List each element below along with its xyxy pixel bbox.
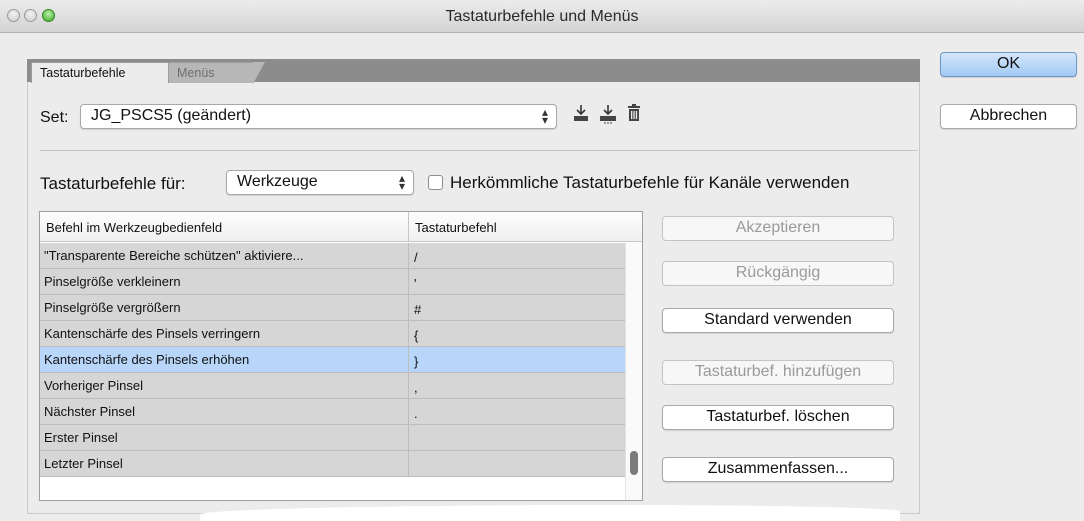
table-row[interactable]: Pinselgröße vergrößern # (40, 295, 625, 321)
table-rows: "Transparente Bereiche schützen" aktivie… (40, 243, 625, 477)
cancel-button[interactable]: Abbrechen (940, 104, 1077, 129)
command-cell: Kantenschärfe des Pinsels verringern (44, 326, 261, 341)
column-header-shortcut[interactable]: Tastaturbefehl (415, 220, 497, 235)
command-cell: Nächster Pinsel (44, 404, 136, 419)
command-cell: Letzter Pinsel (44, 456, 123, 471)
column-divider (408, 425, 409, 451)
shortcut-cell[interactable]: , (414, 380, 418, 395)
window-title: Tastaturbefehle und Menüs (445, 8, 639, 25)
shortcut-cell[interactable]: { (414, 328, 418, 343)
column-divider (408, 212, 409, 242)
set-select-value: JG_PSCS5 (geändert) (91, 107, 252, 124)
accept-button[interactable]: Akzeptieren (662, 216, 894, 241)
shortcuts-for-value: Werkzeuge (237, 173, 318, 190)
table-row[interactable]: Vorheriger Pinsel , (40, 373, 625, 399)
legacy-channel-shortcuts-checkbox[interactable] (428, 175, 443, 190)
shortcuts-table: Befehl im Werkzeugbedienfeld Tastaturbef… (39, 211, 643, 501)
table-row[interactable]: Kantenschärfe des Pinsels verringern { (40, 321, 625, 347)
save-set-as-icon[interactable] (599, 104, 617, 129)
delete-shortcut-button[interactable]: Tastaturbef. löschen (662, 405, 894, 430)
ok-button[interactable]: OK (940, 52, 1077, 77)
table-row[interactable]: Erster Pinsel (40, 425, 625, 451)
use-default-button[interactable]: Standard verwenden (662, 308, 894, 333)
column-divider (408, 373, 409, 399)
shortcuts-for-label: Tastaturbefehle für: (40, 174, 186, 193)
tab-keyboard-shortcuts[interactable]: Tastaturbefehle (31, 62, 169, 83)
add-shortcut-button[interactable]: Tastaturbef. hinzufügen (662, 360, 894, 385)
save-set-icon[interactable] (573, 104, 589, 127)
shortcuts-for-select[interactable]: Werkzeuge ▴ ▾ (226, 170, 414, 195)
title-bar: Tastaturbefehle und Menüs (0, 0, 1084, 33)
section-divider (40, 150, 918, 151)
command-cell: Pinselgröße vergrößern (44, 300, 181, 315)
command-cell: "Transparente Bereiche schützen" aktivie… (44, 248, 304, 263)
column-divider (408, 451, 409, 477)
column-header-command[interactable]: Befehl im Werkzeugbedienfeld (46, 220, 222, 235)
command-cell: Pinselgröße verkleinern (44, 274, 181, 289)
table-row[interactable]: Pinselgröße verkleinern ' (40, 269, 625, 295)
shortcut-cell[interactable]: / (414, 250, 418, 265)
column-divider (408, 347, 409, 373)
column-divider (408, 243, 409, 269)
shortcut-cell[interactable]: . (414, 406, 418, 421)
legacy-channel-shortcuts-label: Herkömmliche Tastaturbefehle für Kanäle … (450, 173, 850, 192)
summarize-button[interactable]: Zusammenfassen... (662, 457, 894, 482)
command-cell: Vorheriger Pinsel (44, 378, 143, 393)
shortcut-cell[interactable]: # (414, 302, 421, 317)
set-select[interactable]: JG_PSCS5 (geändert) ▴ ▾ (80, 104, 557, 129)
table-row[interactable]: Letzter Pinsel (40, 451, 625, 477)
select-arrows-icon: ▴ ▾ (541, 105, 548, 127)
scrollbar-thumb[interactable] (630, 451, 638, 475)
delete-set-icon[interactable] (627, 104, 641, 127)
column-divider (408, 399, 409, 425)
command-cell: Erster Pinsel (44, 430, 118, 445)
table-header: Befehl im Werkzeugbedienfeld Tastaturbef… (40, 212, 642, 242)
set-label: Set: (40, 109, 69, 126)
select-arrows-icon: ▴ ▾ (398, 171, 405, 193)
command-cell: Kantenschärfe des Pinsels erhöhen (44, 352, 250, 367)
shortcut-cell[interactable]: ' (414, 276, 416, 291)
window-bottom-edge (200, 505, 900, 521)
table-row[interactable]: "Transparente Bereiche schützen" aktivie… (40, 243, 625, 269)
column-divider (408, 269, 409, 295)
table-row[interactable]: Nächster Pinsel . (40, 399, 625, 425)
column-divider (408, 295, 409, 321)
undo-button[interactable]: Rückgängig (662, 261, 894, 286)
vertical-scrollbar[interactable] (625, 243, 642, 500)
shortcut-cell[interactable]: } (414, 354, 418, 369)
column-divider (408, 321, 409, 347)
tab-menus[interactable]: Menüs (168, 62, 265, 84)
table-row-selected[interactable]: Kantenschärfe des Pinsels erhöhen } (40, 347, 625, 373)
